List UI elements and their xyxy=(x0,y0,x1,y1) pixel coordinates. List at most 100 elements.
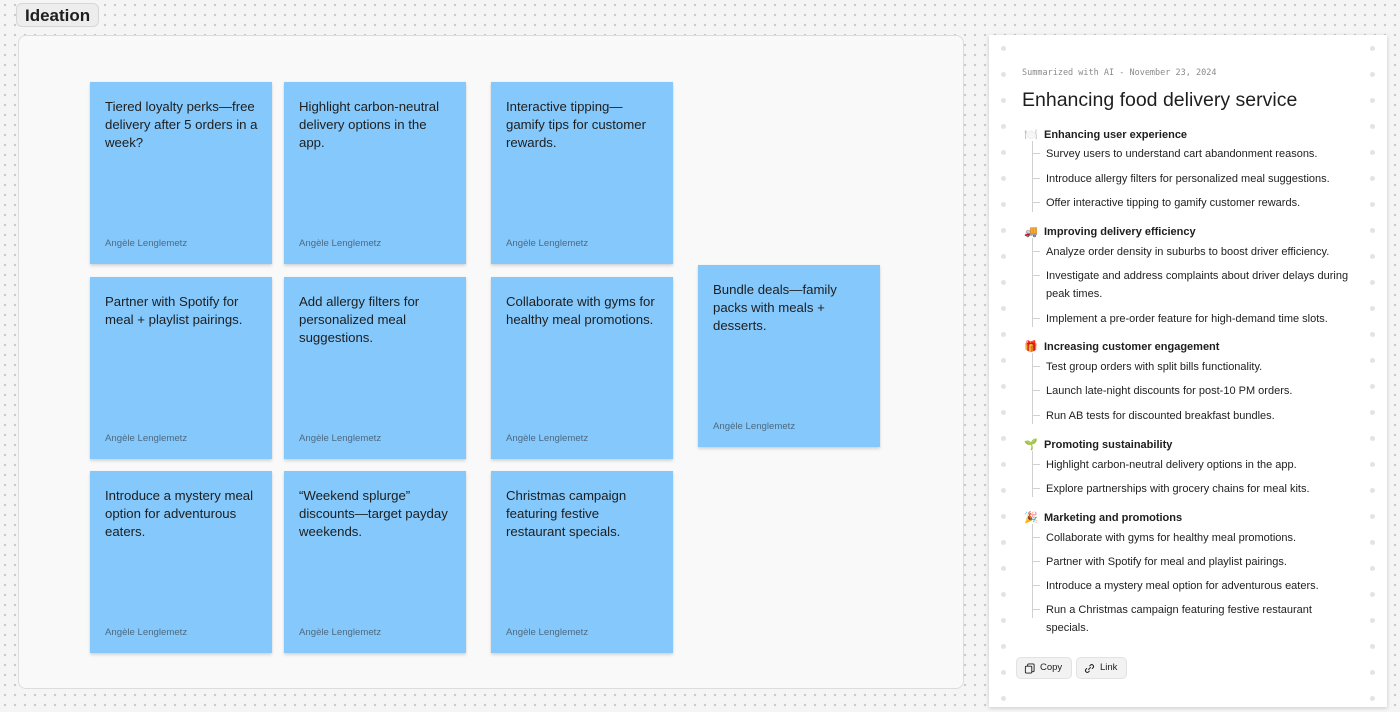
edge-dot xyxy=(1370,72,1375,77)
sticky-note-text: Introduce a mystery meal option for adve… xyxy=(105,488,254,540)
topic-connector xyxy=(1032,353,1033,424)
link-button[interactable]: Link xyxy=(1076,657,1128,679)
topic-item: Introduce allergy filters for personaliz… xyxy=(1032,170,1356,188)
truck-icon: 🚚 xyxy=(1024,225,1038,238)
edge-dot xyxy=(1001,306,1006,311)
edge-dot xyxy=(1001,462,1006,467)
edge-dot xyxy=(1370,306,1375,311)
topic-item: Collaborate with gyms for healthy meal p… xyxy=(1032,529,1356,547)
edge-dot xyxy=(1370,384,1375,389)
sticky-note-text: “Weekend splurge” discounts—target payda… xyxy=(299,488,448,540)
edge-dot xyxy=(1001,540,1006,545)
edge-dot xyxy=(1001,202,1006,207)
copy-icon xyxy=(1024,662,1035,674)
topic-title: Marketing and promotions xyxy=(1044,512,1183,524)
sticky-note-author: Angèle Lenglemetz xyxy=(299,433,382,444)
topic-title: Enhancing user experience xyxy=(1044,129,1188,141)
topic-heading: 🎉 Marketing and promotions xyxy=(1024,508,1182,524)
topic-item: Survey users to understand cart abandonm… xyxy=(1032,145,1356,163)
link-icon xyxy=(1084,663,1095,674)
edge-dot xyxy=(1370,514,1375,519)
section-label[interactable]: Ideation xyxy=(16,3,100,27)
edge-dot xyxy=(1370,202,1375,207)
sticky-note-text: Christmas campaign featuring festive res… xyxy=(506,488,627,540)
edge-dot xyxy=(1370,176,1375,181)
topic-item: Partner with Spotify for meal and playli… xyxy=(1032,553,1356,571)
sticky-note-text: Partner with Spotify for meal + playlist… xyxy=(105,294,243,328)
sticky-note-author: Angèle Lenglemetz xyxy=(105,238,188,249)
edge-dot xyxy=(1001,410,1006,415)
sticky-note-author: Angèle Lenglemetz xyxy=(506,627,589,638)
topic-heading: 🍽️ Enhancing user experience xyxy=(1024,125,1187,141)
party-popper-icon: 🎉 xyxy=(1024,511,1038,524)
edge-dot xyxy=(1370,280,1375,285)
topic-item: Run a Christmas campaign featuring festi… xyxy=(1032,601,1356,637)
edge-dot xyxy=(1370,540,1375,545)
link-label: Link xyxy=(1100,662,1118,673)
sticky-note-text: Collaborate with gyms for healthy meal p… xyxy=(506,294,655,328)
topic-connector xyxy=(1032,524,1033,618)
topic-title: Promoting sustainability xyxy=(1044,439,1173,451)
sticky-note-author: Angèle Lenglemetz xyxy=(105,627,188,638)
edge-dot xyxy=(1370,410,1375,415)
edge-dot xyxy=(1370,332,1375,337)
sticky-note-text: Add allergy filters for personalized mea… xyxy=(299,294,420,346)
edge-dot xyxy=(1001,592,1006,597)
sticky-note-text: Interactive tipping—gamify tips for cust… xyxy=(506,99,646,151)
gift-icon: 🎁 xyxy=(1024,340,1038,353)
sticky-note[interactable]: Partner with Spotify for meal + playlist… xyxy=(90,277,272,459)
edge-dot xyxy=(1001,618,1006,623)
topic-item: Offer interactive tipping to gamify cust… xyxy=(1032,194,1356,212)
plate-icon: 🍽️ xyxy=(1024,128,1038,141)
sticky-note[interactable]: Add allergy filters for personalized mea… xyxy=(284,277,466,459)
edge-dot xyxy=(1370,98,1375,103)
edge-dot xyxy=(1370,618,1375,623)
topic-heading: 🎁 Increasing customer engagement xyxy=(1024,337,1219,353)
topic-heading: 🌱 Promoting sustainability xyxy=(1024,435,1172,451)
edge-dot xyxy=(1370,150,1375,155)
edge-dot xyxy=(1001,436,1006,441)
edge-dot xyxy=(1001,254,1006,259)
sticky-note-author: Angèle Lenglemetz xyxy=(105,433,188,444)
topic-connector xyxy=(1032,451,1033,497)
sticky-note[interactable]: Interactive tipping—gamify tips for cust… xyxy=(491,82,673,264)
edge-dot xyxy=(1370,358,1375,363)
topic-item: Highlight carbon-neutral delivery option… xyxy=(1032,456,1356,474)
topic-item: Run AB tests for discounted breakfast bu… xyxy=(1032,407,1356,425)
edge-dot xyxy=(1370,124,1375,129)
edge-dot xyxy=(1370,488,1375,493)
ai-summary-panel[interactable]: Summarized with AI - November 23, 2024 E… xyxy=(989,35,1387,707)
sticky-note[interactable]: Christmas campaign featuring festive res… xyxy=(491,471,673,653)
summary-title: Enhancing food delivery service xyxy=(1022,89,1298,111)
ideation-section[interactable]: Tiered loyalty perks—free delivery after… xyxy=(18,35,964,689)
edge-dot xyxy=(1370,228,1375,233)
edge-dot xyxy=(1001,332,1006,337)
edge-dot xyxy=(1001,566,1006,571)
sticky-note[interactable]: Introduce a mystery meal option for adve… xyxy=(90,471,272,653)
topic-item: Explore partnerships with grocery chains… xyxy=(1032,480,1356,498)
sticky-note-text: Highlight carbon-neutral delivery option… xyxy=(299,99,440,151)
sticky-note[interactable]: “Weekend splurge” discounts—target payda… xyxy=(284,471,466,653)
edge-dot xyxy=(1370,46,1375,51)
sticky-note-text: Bundle deals—family packs with meals + d… xyxy=(713,282,837,334)
edge-dot xyxy=(1001,46,1006,51)
edge-dot xyxy=(1001,696,1006,701)
topic-item: Launch late-night discounts for post-10 … xyxy=(1032,382,1356,400)
edge-dot xyxy=(1001,176,1006,181)
topic-title: Improving delivery efficiency xyxy=(1044,226,1196,238)
edge-dot xyxy=(1001,280,1006,285)
sticky-note[interactable]: Highlight carbon-neutral delivery option… xyxy=(284,82,466,264)
sticky-note-author: Angèle Lenglemetz xyxy=(713,421,796,432)
topic-item: Test group orders with split bills funct… xyxy=(1032,358,1356,376)
edge-dot xyxy=(1370,462,1375,467)
seedling-icon: 🌱 xyxy=(1024,438,1038,451)
edge-dot xyxy=(1001,488,1006,493)
sticky-note[interactable]: Bundle deals—family packs with meals + d… xyxy=(698,265,880,447)
sticky-note-author: Angèle Lenglemetz xyxy=(506,433,589,444)
sticky-note[interactable]: Collaborate with gyms for healthy meal p… xyxy=(491,277,673,459)
sticky-note-text: Tiered loyalty perks—free delivery after… xyxy=(105,99,258,151)
edge-dot xyxy=(1370,436,1375,441)
sticky-note[interactable]: Tiered loyalty perks—free delivery after… xyxy=(90,82,272,264)
copy-button[interactable]: Copy xyxy=(1016,657,1073,679)
edge-dot xyxy=(1370,670,1375,675)
